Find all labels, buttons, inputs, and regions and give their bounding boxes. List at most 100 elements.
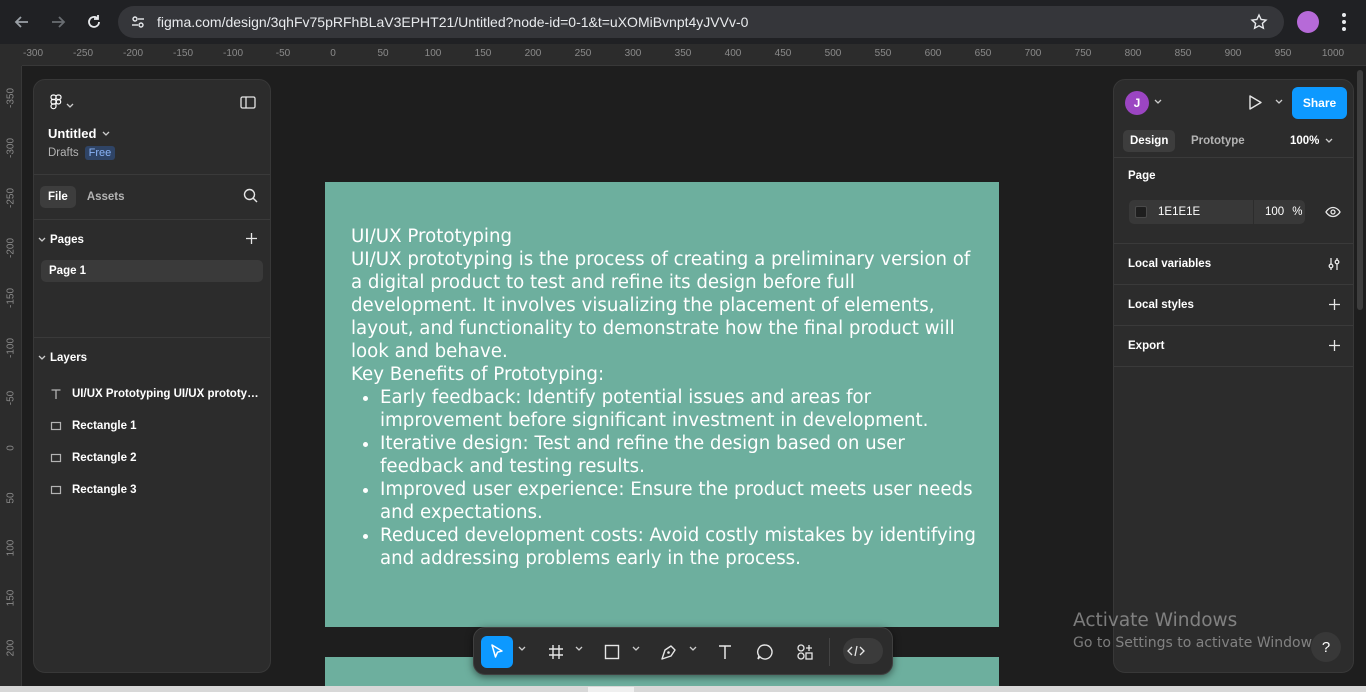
pages-section-header[interactable]: Pages — [34, 220, 270, 260]
vertical-scrollbar[interactable] — [1357, 70, 1363, 310]
scrollbar-thumb[interactable] — [588, 687, 634, 692]
ruler-tick-label: 1000 — [1321, 48, 1345, 59]
add-style-icon[interactable] — [1328, 298, 1341, 314]
chevron-down-icon[interactable] — [1275, 99, 1283, 105]
frame-icon — [549, 645, 563, 659]
ruler-tick-label: -200 — [122, 48, 144, 59]
zoom-dropdown[interactable]: 100% — [1290, 135, 1333, 147]
page-properties: Page 1E1E1E 100 % — [1114, 158, 1353, 244]
ruler-tick-label: -150 — [5, 287, 17, 309]
share-button[interactable]: Share — [1292, 87, 1347, 119]
layer-row[interactable]: Rectangle 3 — [34, 474, 270, 506]
comment-tool[interactable] — [753, 636, 777, 668]
local-variables-row[interactable]: Local variables — [1114, 244, 1353, 285]
right-panel: J Share Design Prototype 100% Page 1E1E1… — [1113, 79, 1354, 673]
ruler-tick-label: 450 — [774, 48, 792, 59]
chevron-down-icon[interactable] — [689, 646, 697, 652]
file-name: Untitled — [48, 126, 97, 141]
chevron-down-icon[interactable] — [518, 646, 526, 652]
forward-icon[interactable] — [40, 4, 76, 40]
back-icon[interactable] — [4, 4, 40, 40]
ruler-tick-label: 550 — [874, 48, 892, 59]
ruler-tick-label: 350 — [674, 48, 692, 59]
present-play-icon[interactable] — [1247, 94, 1263, 116]
rectangle-tool[interactable] — [600, 636, 624, 668]
drafts-link[interactable]: Drafts — [48, 147, 79, 159]
text-layer-icon — [51, 389, 61, 399]
text-tool[interactable] — [713, 636, 737, 668]
ruler-tick-label: 150 — [5, 589, 17, 607]
benefits-title: Key Benefits of Prototyping: — [351, 364, 605, 385]
chevron-down-icon — [38, 355, 46, 360]
layer-row[interactable]: Rectangle 2 — [34, 442, 270, 474]
rectangle-layer-icon — [50, 421, 62, 431]
avatar[interactable]: J — [1125, 91, 1149, 115]
bookmark-star-icon[interactable] — [1250, 13, 1268, 36]
layer-name: UI/UX Prototyping UI/UX prototyp... — [72, 388, 262, 400]
ruler-tick-label: 250 — [574, 48, 592, 59]
ruler-tick-label: 0 — [330, 48, 336, 59]
page-color-hex[interactable]: 1E1E1E — [1158, 206, 1253, 218]
export-row[interactable]: Export — [1114, 326, 1353, 367]
text-layer-content[interactable]: UI/UX Prototyping UI/UX prototyping is t… — [351, 225, 981, 570]
horizontal-scrollbar[interactable] — [0, 686, 1366, 692]
ruler-tick-label: 700 — [1024, 48, 1042, 59]
benefit-item: Iterative design: Test and refine the de… — [380, 432, 981, 478]
plan-badge[interactable]: Free — [84, 146, 116, 160]
tab-file[interactable]: File — [40, 186, 76, 208]
actions-tool[interactable] — [793, 636, 817, 668]
chevron-down-icon — [102, 131, 110, 136]
page-opacity-input[interactable]: 100 — [1265, 206, 1284, 218]
sidebar-toggle-icon[interactable] — [240, 96, 256, 114]
profile-icon[interactable] — [1297, 11, 1319, 33]
help-button[interactable]: ? — [1311, 632, 1341, 662]
comment-icon — [757, 644, 773, 660]
main-menu-button[interactable] — [50, 94, 74, 115]
site-settings-icon[interactable] — [122, 14, 154, 30]
ruler-tick-label: 200 — [524, 48, 542, 59]
tab-design[interactable]: Design — [1123, 130, 1176, 152]
address-bar[interactable]: figma.com/design/3qhFv75pRFhBLaV3EPHT21/… — [118, 6, 1284, 38]
tab-prototype[interactable]: Prototype — [1184, 130, 1252, 152]
menu-icon[interactable] — [1334, 9, 1354, 35]
layer-row[interactable]: UI/UX Prototyping UI/UX prototyp... — [34, 378, 270, 410]
adjust-variables-icon[interactable] — [1327, 257, 1341, 274]
zoom-level: 100% — [1290, 135, 1320, 147]
page-fill-field[interactable]: 1E1E1E 100 % — [1129, 200, 1305, 224]
ruler-tick-label: 400 — [724, 48, 742, 59]
ruler-tick-label: 0 — [5, 445, 17, 451]
page-item[interactable]: Page 1 — [41, 260, 263, 282]
chevron-down-icon[interactable] — [575, 646, 583, 652]
search-icon[interactable] — [243, 188, 258, 208]
chevron-down-icon — [66, 96, 74, 114]
dev-mode-toggle[interactable] — [843, 638, 883, 664]
benefit-item: Early feedback: Identify potential issue… — [380, 386, 981, 432]
ruler-tick-label: -300 — [5, 137, 17, 159]
ruler-tick-label: 100 — [424, 48, 442, 59]
canvas-frame-rectangle-1[interactable]: UI/UX Prototyping UI/UX prototyping is t… — [325, 182, 999, 627]
frame-tool[interactable] — [544, 636, 568, 668]
move-tool[interactable] — [481, 636, 513, 668]
file-name-button[interactable]: Untitled — [48, 126, 110, 141]
ruler-tick-label: -300 — [22, 48, 44, 59]
layer-row[interactable]: Rectangle 1 — [34, 410, 270, 442]
ruler-tick-label: -250 — [72, 48, 94, 59]
layers-title: Layers — [50, 352, 88, 364]
rectangle-icon — [604, 644, 620, 660]
chevron-down-icon[interactable] — [632, 646, 640, 652]
local-styles-row[interactable]: Local styles — [1114, 285, 1353, 326]
reload-icon[interactable] — [76, 4, 112, 40]
add-page-icon[interactable] — [245, 232, 258, 248]
layer-name: Rectangle 3 — [72, 484, 137, 496]
ruler-tick-label: 750 — [1074, 48, 1092, 59]
layers-section-header[interactable]: Layers — [34, 338, 270, 378]
chevron-down-icon[interactable] — [1154, 99, 1162, 105]
pen-tool[interactable] — [657, 636, 681, 668]
url-text[interactable]: figma.com/design/3qhFv75pRFhBLaV3EPHT21/… — [157, 14, 748, 30]
color-swatch[interactable] — [1135, 206, 1147, 218]
ruler-tick-label: 800 — [1124, 48, 1142, 59]
tab-assets[interactable]: Assets — [79, 186, 133, 208]
eye-icon[interactable] — [1325, 205, 1341, 223]
ruler-tick-label: 900 — [1224, 48, 1242, 59]
add-export-icon[interactable] — [1328, 339, 1341, 355]
